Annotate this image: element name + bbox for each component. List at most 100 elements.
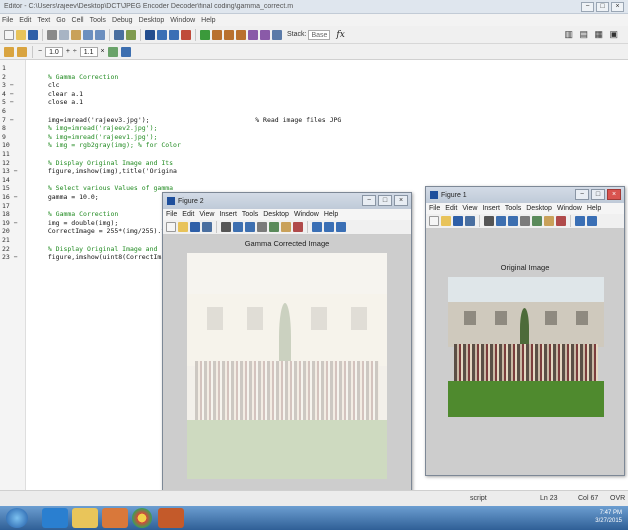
code-line[interactable]: % img = rgb2gray(img); % for Color (40, 141, 181, 149)
new-figure-icon[interactable] (429, 216, 439, 226)
pan-icon[interactable] (520, 216, 530, 226)
start-button-icon[interactable] (6, 508, 28, 528)
fig2-menu-desktop[interactable]: Desktop (263, 211, 289, 218)
legend-icon[interactable] (324, 222, 334, 232)
new-figure-icon[interactable] (166, 222, 176, 232)
code-line[interactable]: % Gamma Correction (40, 210, 118, 218)
pointer-icon[interactable] (221, 222, 231, 232)
figure-2-close-button[interactable]: × (394, 195, 408, 206)
fig1-menu-file[interactable]: File (429, 205, 440, 212)
divide-button[interactable]: ÷ (73, 48, 77, 55)
fig2-menu-help[interactable]: Help (324, 211, 338, 218)
save-icon[interactable] (28, 29, 38, 40)
data-cursor-icon[interactable] (544, 216, 554, 226)
figure-2-maximize-button[interactable]: □ (378, 195, 392, 206)
menu-text[interactable]: Text (37, 17, 50, 24)
figure-1-titlebar[interactable]: Figure 1 − □ × (426, 187, 624, 203)
matlab-icon[interactable] (158, 508, 184, 528)
continue-icon[interactable] (248, 29, 258, 40)
code-line[interactable]: % Gamma Correction (40, 73, 118, 81)
increment-button[interactable]: + (66, 48, 70, 55)
forward-icon[interactable] (169, 29, 179, 40)
menu-edit[interactable]: Edit (19, 17, 31, 24)
stack-select[interactable]: Base (308, 29, 331, 40)
chrome-icon[interactable] (132, 508, 152, 528)
menu-tools[interactable]: Tools (90, 17, 106, 24)
code-line[interactable]: % img=imread('rajeev1.jpg'); (40, 133, 158, 141)
fig2-menu-window[interactable]: Window (294, 211, 319, 218)
save-icon[interactable] (190, 222, 200, 232)
figure-2-minimize-button[interactable]: − (362, 195, 376, 206)
code-line[interactable]: CorrectImage = 255*(img/255).^(1/ (40, 227, 177, 235)
code-line[interactable]: figure,imshow(uint8(CorrectImage (40, 253, 173, 261)
code-line[interactable]: close a.1 (40, 98, 83, 106)
multiply-button[interactable]: × (101, 48, 105, 55)
copy-icon[interactable] (59, 29, 69, 40)
close-button[interactable]: × (611, 2, 624, 12)
code-line[interactable]: gamma = 10.0; (40, 193, 99, 201)
code-line[interactable]: % Select various Values of gamma (40, 184, 173, 192)
cell-run-icon[interactable] (107, 46, 118, 57)
menu-debug[interactable]: Debug (112, 17, 133, 24)
file-explorer-icon[interactable] (72, 508, 98, 528)
pan-icon[interactable] (257, 222, 267, 232)
find-icon[interactable] (126, 29, 136, 40)
print-icon[interactable] (202, 222, 212, 232)
figure-1-maximize-button[interactable]: □ (591, 189, 605, 200)
fig2-menu-edit[interactable]: Edit (182, 211, 194, 218)
new-file-icon[interactable] (4, 29, 14, 40)
open-icon[interactable] (441, 216, 451, 226)
minimize-button[interactable]: − (581, 2, 594, 12)
internet-explorer-icon[interactable] (42, 508, 68, 528)
colorbar-icon[interactable] (575, 216, 585, 226)
fig2-menu-insert[interactable]: Insert (219, 211, 237, 218)
open-folder-icon[interactable] (16, 29, 26, 40)
step-in-icon[interactable] (224, 29, 234, 40)
decrement-button[interactable]: − (38, 48, 42, 55)
fig1-menu-tools[interactable]: Tools (505, 205, 521, 212)
save-icon[interactable] (453, 216, 463, 226)
rotate-icon[interactable] (532, 216, 542, 226)
cut-icon[interactable] (47, 29, 57, 40)
zoom-in-icon[interactable] (233, 222, 243, 232)
step-icon[interactable] (212, 29, 222, 40)
zoom-in-icon[interactable] (496, 216, 506, 226)
exit-debug-icon[interactable] (260, 29, 270, 40)
code-line[interactable]: clear a.1 (40, 90, 83, 98)
code-line[interactable]: % Display Original Image and Its (40, 159, 173, 167)
fig2-menu-tools[interactable]: Tools (242, 211, 258, 218)
figure-1-minimize-button[interactable]: − (575, 189, 589, 200)
cell-value-input[interactable]: 1.0 (45, 46, 63, 57)
open-icon[interactable] (178, 222, 188, 232)
brush-icon[interactable] (293, 222, 303, 232)
figure-2-titlebar[interactable]: Figure 2 − □ × (163, 193, 411, 209)
code-line[interactable]: img=imread('rajeev3.jpg'); % Read image … (40, 116, 342, 124)
menu-help[interactable]: Help (201, 17, 215, 24)
zoom-out-icon[interactable] (245, 222, 255, 232)
legend-icon[interactable] (587, 216, 597, 226)
figure-1-close-button[interactable]: × (607, 189, 621, 200)
undo-icon[interactable] (83, 29, 93, 40)
run-icon[interactable] (200, 29, 210, 40)
print-icon[interactable] (114, 29, 124, 40)
maximize-button[interactable]: □ (596, 2, 609, 12)
colorbar-icon[interactable] (312, 222, 322, 232)
fig1-menu-insert[interactable]: Insert (482, 205, 500, 212)
code-line[interactable]: % img=imread('rajeev2.jpg'); (40, 124, 158, 132)
fig2-menu-file[interactable]: File (166, 211, 177, 218)
menu-window[interactable]: Window (170, 17, 195, 24)
fig1-menu-edit[interactable]: Edit (445, 205, 457, 212)
zoom-icon[interactable] (120, 46, 131, 57)
menu-desktop[interactable]: Desktop (139, 17, 165, 24)
code-line[interactable]: clc (40, 81, 60, 89)
code-line[interactable]: % Display Original Image and Its (40, 245, 173, 253)
fig1-menu-view[interactable]: View (462, 205, 477, 212)
layout-icons[interactable]: ▥ ▤ ▦ ▣ (564, 29, 620, 40)
rotate-icon[interactable] (269, 222, 279, 232)
data-cursor-icon[interactable] (281, 222, 291, 232)
media-player-icon[interactable] (102, 508, 128, 528)
pointer-icon[interactable] (484, 216, 494, 226)
function-browser-icon[interactable]: fx (336, 30, 344, 40)
plot-tools-icon[interactable] (336, 222, 346, 232)
fig2-menu-view[interactable]: View (199, 211, 214, 218)
